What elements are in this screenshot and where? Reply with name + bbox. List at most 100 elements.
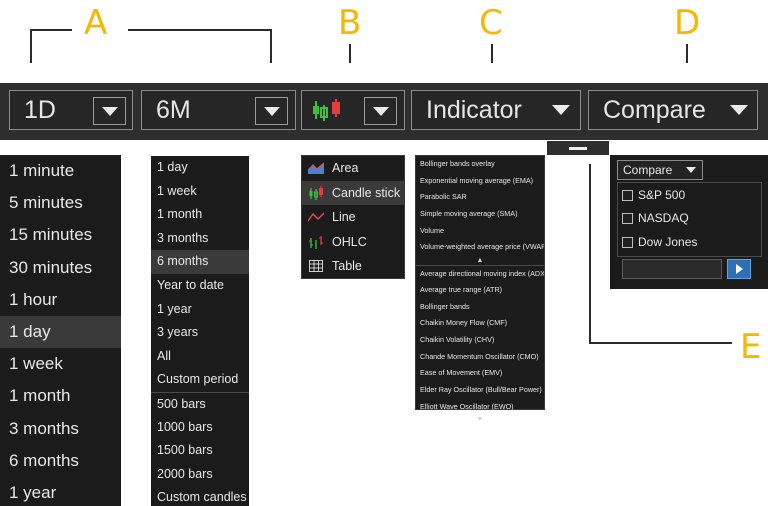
- indicator-option[interactable]: Elder Ray Oscillator (Bull/Bear Power): [416, 382, 544, 399]
- range-option[interactable]: Custom candles: [151, 486, 249, 506]
- panel-collapse-handle[interactable]: [547, 141, 609, 155]
- range-option-selected[interactable]: 6 months: [151, 250, 249, 274]
- interval-dropdown-menu: 1 minute 5 minutes 15 minutes 30 minutes…: [0, 155, 121, 506]
- indicator-option[interactable]: Ease of Movement (EMV): [416, 365, 544, 382]
- compare-option-label: NASDAQ: [638, 211, 689, 225]
- bracket-a-left-h: [30, 29, 72, 31]
- compare-option-sp500[interactable]: S&P 500: [622, 184, 685, 206]
- interval-option[interactable]: 6 months: [0, 445, 121, 477]
- play-icon: [735, 264, 743, 274]
- chart-type-label: Table: [332, 259, 362, 273]
- chart-type-dropdown-menu: Area Candle stick Line OHLC Table: [301, 155, 405, 279]
- candlestick-icon: [310, 97, 346, 128]
- interval-option-selected[interactable]: 1 day: [0, 315, 121, 349]
- interval-option[interactable]: 1 week: [0, 348, 121, 380]
- range-dropdown-menu: 1 day 1 week 1 month 3 months 6 months Y…: [151, 156, 249, 506]
- table-icon: [308, 259, 324, 273]
- scroll-up-icon[interactable]: ▲: [416, 256, 544, 265]
- chart-type-select[interactable]: [301, 90, 405, 130]
- indicator-option[interactable]: Average true range (ATR): [416, 282, 544, 299]
- range-option[interactable]: 500 bars: [151, 391, 249, 416]
- interval-option[interactable]: 3 months: [0, 413, 121, 445]
- checkbox[interactable]: [622, 212, 633, 224]
- indicator-select[interactable]: Indicator: [411, 90, 581, 130]
- callout-d: D: [674, 3, 701, 43]
- chart-type-dropdown-button[interactable]: [364, 97, 397, 125]
- compare-go-button[interactable]: [727, 259, 751, 279]
- range-option[interactable]: 3 years: [151, 321, 249, 345]
- callout-b: B: [338, 3, 362, 43]
- range-option[interactable]: 1 year: [151, 298, 249, 322]
- chart-type-option-candlestick[interactable]: Candle stick: [302, 180, 404, 205]
- range-select[interactable]: 6M: [141, 90, 296, 130]
- range-option[interactable]: 1000 bars: [151, 416, 249, 440]
- range-option[interactable]: 1 day: [151, 156, 249, 180]
- indicator-option[interactable]: Volume: [416, 223, 544, 240]
- interval-option[interactable]: 1 year: [0, 477, 121, 506]
- indicator-option[interactable]: Average directional moving index (ADX): [416, 265, 544, 282]
- callout-c: C: [479, 3, 503, 43]
- interval-dropdown-button[interactable]: [93, 97, 126, 125]
- interval-select[interactable]: 1D: [9, 90, 133, 130]
- ohlc-icon: [308, 235, 324, 249]
- checkbox[interactable]: [622, 236, 633, 248]
- indicator-option[interactable]: Bollinger bands overlay: [416, 156, 544, 173]
- range-option[interactable]: Year to date: [151, 274, 249, 298]
- indicator-dropdown-menu: Bollinger bands overlay Exponential movi…: [415, 155, 545, 423]
- indicator-option[interactable]: Chande Momentum Oscillator (CMO): [416, 349, 544, 366]
- leader-c: [491, 44, 493, 63]
- compare-dropdown-label: Compare: [623, 163, 673, 177]
- indicator-option[interactable]: Parabolic SAR: [416, 189, 544, 206]
- indicator-option[interactable]: Chaikin Volatility (CHV): [416, 332, 544, 349]
- chart-type-option-line[interactable]: Line: [302, 205, 404, 230]
- scroll-down-icon[interactable]: ▼: [416, 415, 544, 424]
- indicator-option[interactable]: Simple moving average (SMA): [416, 206, 544, 223]
- range-dropdown-button[interactable]: [255, 97, 288, 125]
- leader-e-h: [589, 342, 732, 344]
- interval-option[interactable]: 15 minutes: [0, 219, 121, 251]
- interval-option[interactable]: 1 hour: [0, 284, 121, 316]
- compare-option-nasdaq[interactable]: NASDAQ: [622, 207, 689, 229]
- bracket-a-right-v: [270, 29, 272, 63]
- indicator-option[interactable]: Exponential moving average (EMA): [416, 173, 544, 190]
- chevron-down-icon: [372, 106, 389, 116]
- line-chart-icon: [308, 210, 324, 224]
- compare-dropdown[interactable]: Compare: [617, 160, 703, 180]
- chart-type-option-area[interactable]: Area: [302, 156, 404, 181]
- compare-option-label: S&P 500: [638, 188, 686, 202]
- leader-b: [349, 44, 351, 63]
- range-option[interactable]: 2000 bars: [151, 463, 249, 487]
- range-option[interactable]: 1 week: [151, 180, 249, 204]
- compare-panel: Compare S&P 500 NASDAQ Dow Jones: [610, 155, 768, 289]
- compare-option-label: Dow Jones: [638, 235, 698, 249]
- chevron-down-icon: [686, 167, 696, 173]
- checkbox[interactable]: [622, 189, 633, 201]
- interval-option[interactable]: 5 minutes: [0, 187, 121, 219]
- leader-e-v: [589, 164, 591, 344]
- range-option[interactable]: 1500 bars: [151, 439, 249, 463]
- bracket-a-right-h: [128, 29, 272, 31]
- callout-a: A: [84, 3, 108, 43]
- chart-type-label: Line: [332, 210, 356, 224]
- interval-option[interactable]: 1 minute: [0, 155, 121, 187]
- indicator-option[interactable]: Volume-weighted average price (VWAP): [416, 239, 544, 256]
- chart-type-label: Area: [332, 161, 359, 175]
- indicator-option[interactable]: Elliott Wave Oscillator (EWO): [416, 399, 544, 416]
- chart-type-option-table[interactable]: Table: [302, 254, 404, 279]
- interval-option[interactable]: 1 month: [0, 380, 121, 412]
- chart-type-option-ohlc[interactable]: OHLC: [302, 230, 404, 255]
- range-option[interactable]: Custom period: [151, 368, 249, 392]
- chevron-down-icon: [263, 106, 280, 116]
- compare-symbol-input[interactable]: [622, 259, 722, 279]
- range-option[interactable]: 1 month: [151, 203, 249, 227]
- range-option[interactable]: 3 months: [151, 227, 249, 251]
- compare-select[interactable]: Compare: [588, 90, 758, 130]
- indicator-option[interactable]: Chaikin Money Flow (CMF): [416, 315, 544, 332]
- range-option[interactable]: All: [151, 345, 249, 369]
- interval-option[interactable]: 30 minutes: [0, 252, 121, 284]
- indicator-option[interactable]: Bollinger bands: [416, 299, 544, 316]
- callout-e: E: [740, 327, 762, 367]
- chart-type-label: Candle stick: [332, 185, 401, 200]
- leader-d: [686, 44, 688, 63]
- compare-option-dowjones[interactable]: Dow Jones: [622, 231, 697, 253]
